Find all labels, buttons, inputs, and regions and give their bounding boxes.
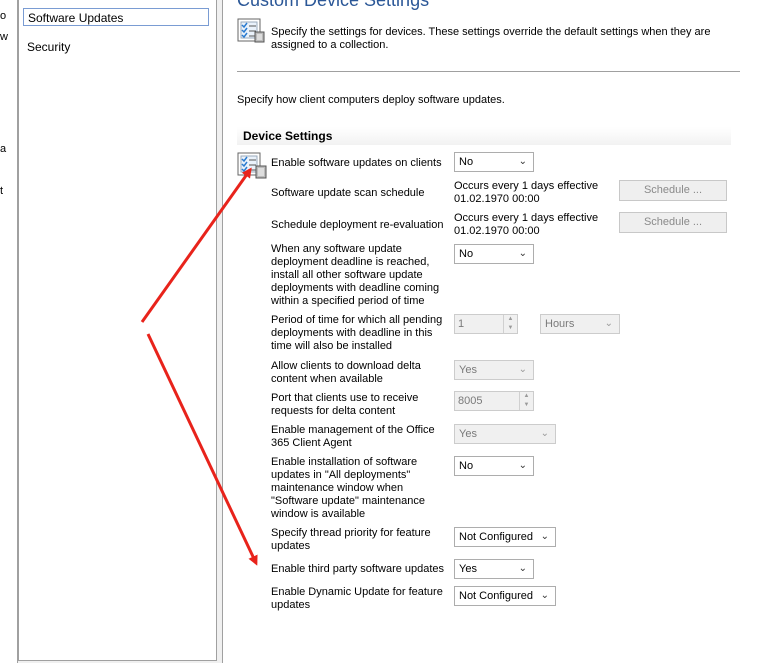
annotation-arrows bbox=[140, 167, 258, 566]
arrow-to-third-party bbox=[146, 333, 258, 566]
arrow-to-enable-updates bbox=[140, 167, 252, 323]
